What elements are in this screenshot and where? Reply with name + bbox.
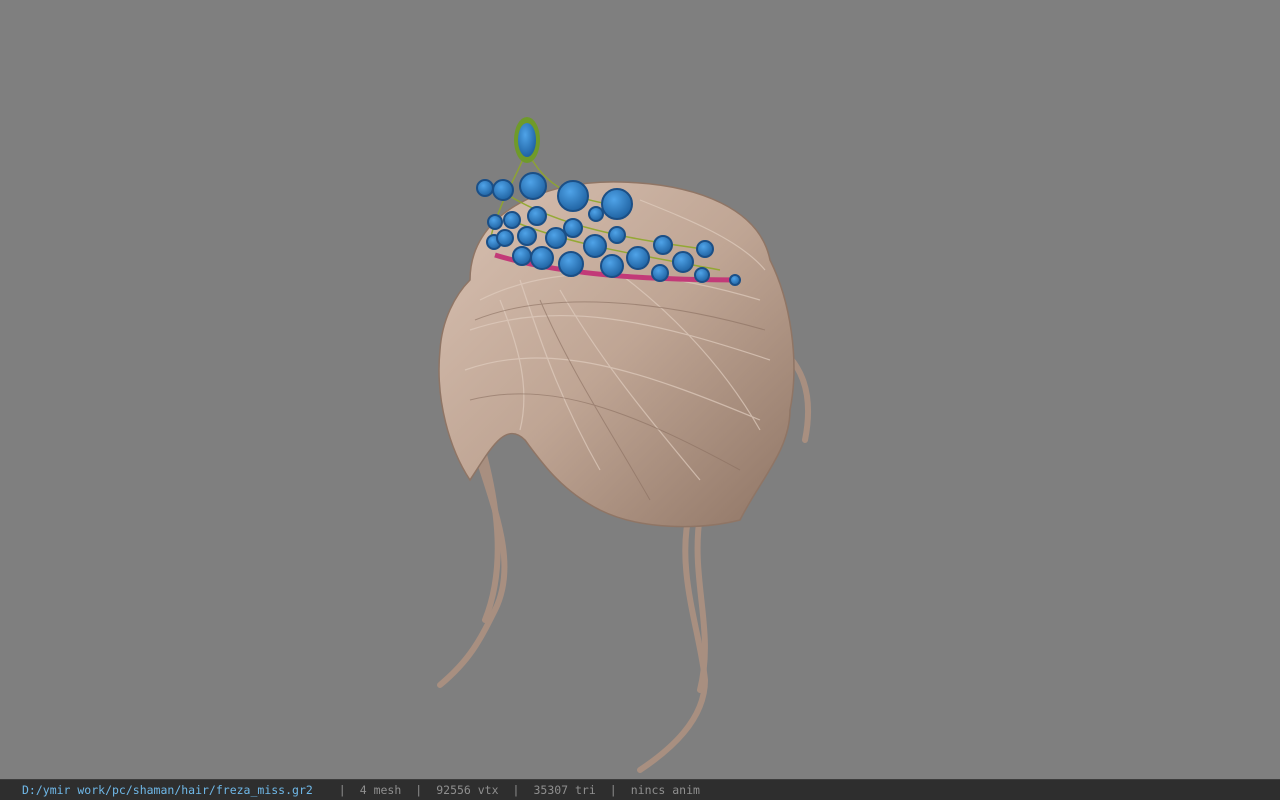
status-bar: D:/ymir work/pc/shaman/hair/freza_miss.g…: [0, 779, 1280, 800]
vertex-count: 92556 vtx: [436, 783, 499, 797]
separator: |: [512, 783, 520, 797]
triangle-count: 35307 tri: [533, 783, 596, 797]
mesh-count: 4 mesh: [359, 783, 402, 797]
anim-status: nincs anim: [630, 783, 700, 797]
separator: |: [609, 783, 617, 797]
separator: |: [338, 783, 346, 797]
file-path: D:/ymir work/pc/shaman/hair/freza_miss.g…: [22, 783, 313, 797]
separator: |: [415, 783, 423, 797]
hair-model-render: [437, 117, 812, 773]
3d-viewport[interactable]: [0, 0, 1280, 779]
